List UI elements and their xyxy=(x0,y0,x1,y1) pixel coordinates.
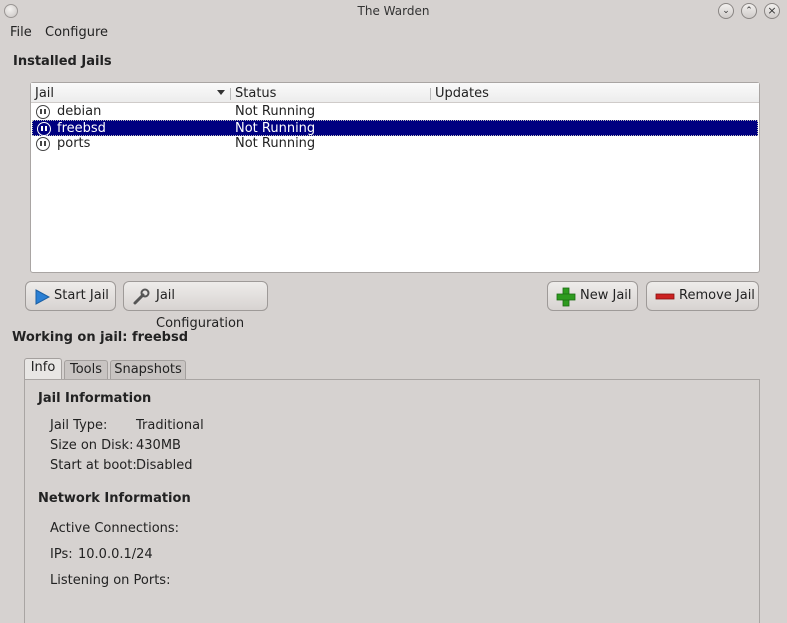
pause-icon xyxy=(37,122,51,136)
column-separator xyxy=(230,88,231,100)
start-at-boot-label: Start at boot: xyxy=(50,458,137,473)
new-jail-label: New Jail xyxy=(580,288,632,303)
window-title: The Warden xyxy=(357,4,430,18)
menu-configure[interactable]: Configure xyxy=(45,25,108,40)
jail-status: Not Running xyxy=(235,136,316,151)
network-information-heading: Network Information xyxy=(38,491,191,506)
pause-icon xyxy=(36,105,50,119)
list-header: Jail Status Updates xyxy=(31,83,759,103)
start-jail-button[interactable]: Start Jail xyxy=(25,281,116,311)
jail-list[interactable]: Jail Status Updates debian Not Running f… xyxy=(30,82,760,273)
pause-icon xyxy=(36,137,50,151)
size-on-disk-label: Size on Disk: xyxy=(50,438,134,453)
jail-type-value: Traditional xyxy=(136,418,204,433)
sort-down-icon xyxy=(217,90,225,95)
minus-icon xyxy=(655,293,675,300)
jail-row-freebsd[interactable]: freebsd Not Running xyxy=(32,120,758,136)
column-updates[interactable]: Updates xyxy=(435,86,489,101)
start-jail-label: Start Jail xyxy=(54,288,109,303)
active-connections-label: Active Connections: xyxy=(50,521,180,536)
maximize-icon[interactable]: ⌃ xyxy=(741,3,757,19)
ips-value: 10.0.0.1/24 xyxy=(78,547,153,562)
column-separator xyxy=(430,88,431,100)
jail-name: debian xyxy=(57,104,102,119)
wrench-icon xyxy=(133,288,150,305)
tab-snapshots[interactable]: Snapshots xyxy=(110,360,186,380)
ips-label: IPs: xyxy=(50,547,73,562)
size-on-disk-value: 430MB xyxy=(136,438,181,453)
jail-name: ports xyxy=(57,136,91,151)
jail-configuration-button[interactable]: Jail Configuration xyxy=(123,281,268,331)
column-jail[interactable]: Jail xyxy=(35,86,54,101)
remove-jail-label: Remove Jail xyxy=(679,288,755,303)
jail-row-ports[interactable]: ports Not Running xyxy=(32,136,758,152)
start-at-boot-value: Disabled xyxy=(136,458,193,473)
menu-file[interactable]: File xyxy=(10,25,32,40)
tab-tools[interactable]: Tools xyxy=(64,360,108,380)
remove-jail-button[interactable]: Remove Jail xyxy=(646,281,759,311)
jail-information-heading: Jail Information xyxy=(38,391,152,406)
jail-status: Not Running xyxy=(235,121,316,136)
new-jail-button[interactable]: New Jail xyxy=(547,281,638,311)
jail-row-debian[interactable]: debian Not Running xyxy=(32,104,758,120)
listening-ports-label: Listening on Ports: xyxy=(50,573,171,588)
close-icon[interactable]: × xyxy=(764,3,780,19)
minimize-icon[interactable]: ⌄ xyxy=(718,3,734,19)
jail-name: freebsd xyxy=(57,121,106,136)
working-on-heading: Working on jail: freebsd xyxy=(12,330,189,345)
jail-type-label: Jail Type: xyxy=(50,418,108,433)
title-bar: The Warden ⌄ ⌃ × xyxy=(0,0,787,22)
jail-status: Not Running xyxy=(235,104,316,119)
installed-jails-heading: Installed Jails xyxy=(13,54,112,69)
tab-info[interactable]: Info xyxy=(24,358,62,380)
column-status[interactable]: Status xyxy=(235,86,276,101)
info-panel: Jail Information Jail Type: Traditional … xyxy=(24,379,760,623)
play-icon xyxy=(35,289,50,305)
plus-icon xyxy=(556,287,576,307)
